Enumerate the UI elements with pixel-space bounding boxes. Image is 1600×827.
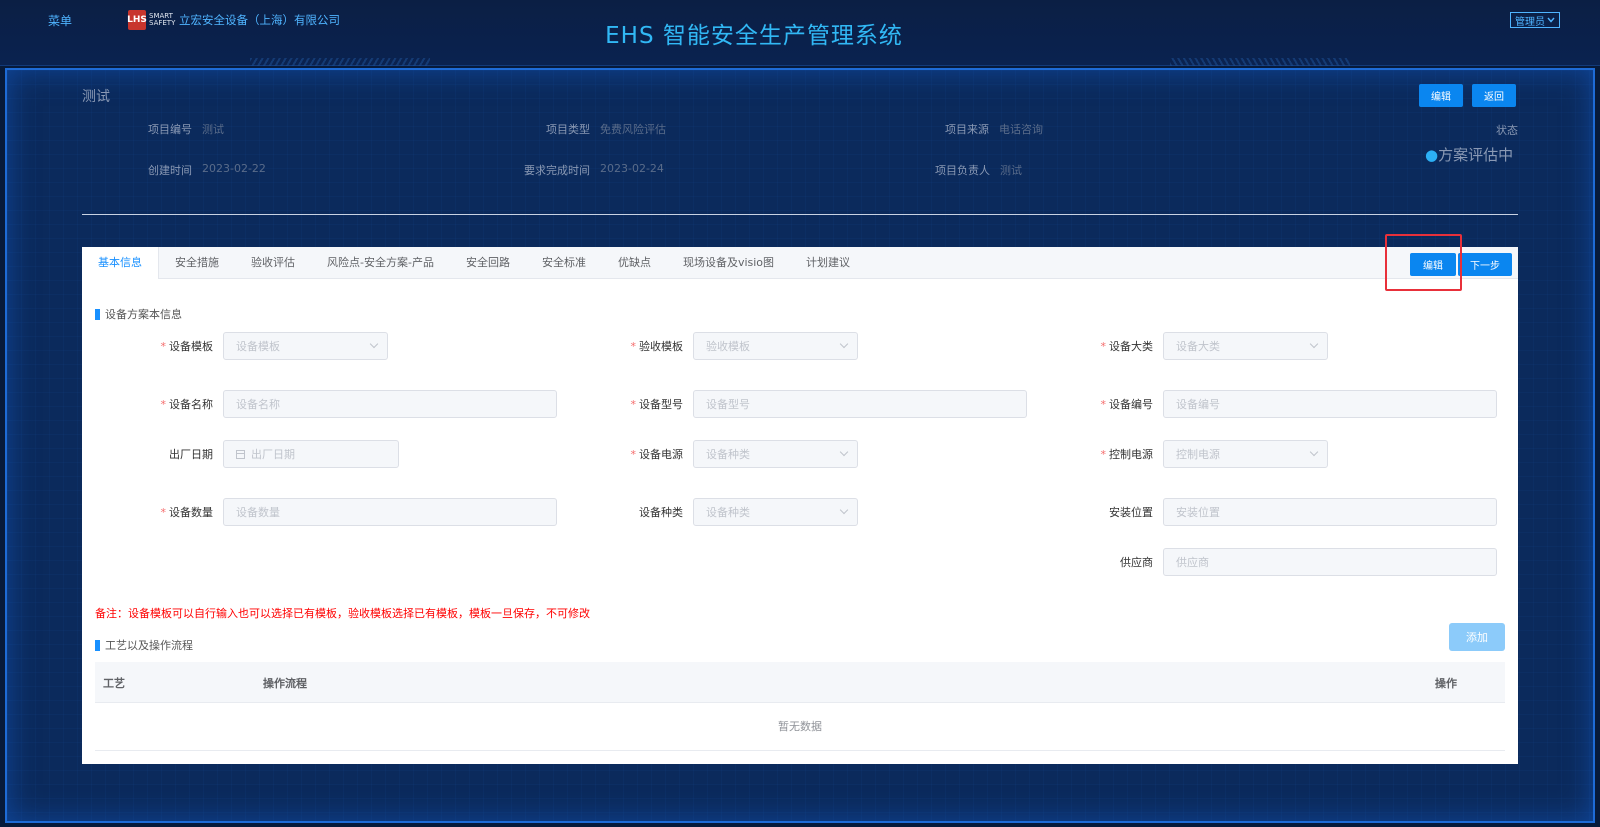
- tab-pros-cons[interactable]: 优缺点: [602, 247, 667, 279]
- device-power-select[interactable]: 设备种类: [693, 440, 858, 468]
- chevron-down-icon: [1309, 447, 1319, 457]
- field-supplier: 供应商 供应商: [1035, 548, 1497, 576]
- info-project-code: 项目编号 测试: [148, 123, 224, 136]
- info-created-time: 创建时间 2023-02-22: [148, 162, 266, 177]
- info-project-source: 项目来源 电话咨询: [945, 123, 1043, 136]
- device-model-input[interactable]: 设备型号: [693, 390, 1027, 418]
- status-badge: ●方案评估中: [1425, 144, 1513, 165]
- status-dot-icon: ●: [1425, 146, 1439, 164]
- field-manufacture-date: 出厂日期 出厂日期: [95, 440, 399, 468]
- project-edit-button[interactable]: 编辑: [1419, 84, 1463, 107]
- field-device-number: * 设备编号 设备编号: [1035, 390, 1497, 418]
- device-number-input[interactable]: 设备编号: [1163, 390, 1497, 418]
- info-project-owner: 项目负责人 测试: [935, 164, 1022, 177]
- device-template-select[interactable]: 设备模板: [223, 332, 388, 360]
- field-device-name: * 设备名称 设备名称: [95, 390, 557, 418]
- admin-dropdown[interactable]: 管理员: [1510, 12, 1560, 28]
- project-title: 测试: [82, 89, 110, 105]
- status-label: 状态: [1496, 124, 1518, 137]
- tab-basic-info[interactable]: 基本信息: [82, 247, 159, 279]
- info-project-type: 项目类型 免费风险评估: [546, 123, 666, 136]
- field-device-category: * 设备大类 设备大类: [1035, 332, 1328, 360]
- section-process-flow: 工艺以及操作流程: [95, 637, 193, 653]
- table-empty-text: 暂无数据: [95, 703, 1505, 751]
- field-device-kind: 设备种类 设备种类: [565, 498, 858, 526]
- field-acceptance-template: * 验收模板 验收模板: [565, 332, 858, 360]
- device-kind-select[interactable]: 设备种类: [693, 498, 858, 526]
- header-decoration-right: [1170, 58, 1350, 66]
- tab-plan-advice[interactable]: 计划建议: [790, 247, 866, 279]
- header-decoration-left: [250, 58, 430, 66]
- info-due-time: 要求完成时间 2023-02-24: [524, 162, 664, 177]
- chevron-down-icon: [839, 447, 849, 457]
- highlight-box: [1385, 234, 1462, 291]
- template-note: 备注：设备模板可以自行输入也可以选择已有模板，验收模板选择已有模板，模板一旦保存…: [95, 607, 590, 620]
- col-process: 工艺: [103, 677, 125, 690]
- manufacture-date-picker[interactable]: 出厂日期: [223, 440, 399, 468]
- back-button[interactable]: 返回: [1472, 84, 1516, 107]
- section-bar-icon: [95, 308, 100, 320]
- field-device-model: * 设备型号 设备型号: [565, 390, 1027, 418]
- device-name-input[interactable]: 设备名称: [223, 390, 557, 418]
- col-action: 操作: [1435, 677, 1457, 690]
- section-bar-icon: [95, 639, 100, 651]
- chevron-down-icon: [369, 339, 379, 349]
- field-device-quantity: * 设备数量 设备数量: [95, 498, 557, 526]
- field-device-power: * 设备电源 设备种类: [565, 440, 858, 468]
- process-table-header: 工艺 操作流程 操作: [95, 662, 1505, 703]
- field-device-template: * 设备模板 设备模板: [95, 332, 388, 360]
- status-text: 方案评估中: [1438, 146, 1514, 164]
- install-location-input[interactable]: 安装位置: [1163, 498, 1497, 526]
- field-install-location: 安装位置 安装位置: [1035, 498, 1497, 526]
- chevron-down-icon: [1547, 17, 1555, 23]
- tab-safety-measures[interactable]: 安全措施: [159, 247, 235, 279]
- chevron-down-icon: [839, 339, 849, 349]
- tab-onsite-devices[interactable]: 现场设备及visio图: [667, 247, 790, 279]
- header-divider: [82, 214, 1518, 215]
- chevron-down-icon: [1309, 339, 1319, 349]
- supplier-input[interactable]: 供应商: [1163, 548, 1497, 576]
- device-category-select[interactable]: 设备大类: [1163, 332, 1328, 360]
- chevron-down-icon: [839, 505, 849, 515]
- admin-label: 管理员: [1515, 16, 1545, 28]
- acceptance-template-select[interactable]: 验收模板: [693, 332, 858, 360]
- section-device-info: 设备方案本信息: [95, 306, 182, 322]
- device-quantity-input[interactable]: 设备数量: [223, 498, 557, 526]
- tab-safety-standard[interactable]: 安全标准: [526, 247, 602, 279]
- tab-bar: 基本信息 安全措施 验收评估 风险点-安全方案-产品 安全回路 安全标准 优缺点…: [82, 247, 1518, 279]
- add-button[interactable]: 添加: [1449, 623, 1505, 651]
- calendar-icon: [236, 449, 245, 459]
- field-control-power: * 控制电源 控制电源: [1035, 440, 1328, 468]
- tab-risk-points[interactable]: 风险点-安全方案-产品: [311, 247, 450, 279]
- control-power-select[interactable]: 控制电源: [1163, 440, 1328, 468]
- top-bar: 菜单 LHS SMART SAFETY 立宏安全设备（上海）有限公司 EHS 智…: [0, 0, 1600, 66]
- next-step-button[interactable]: 下一步: [1458, 253, 1512, 276]
- system-title: EHS 智能安全生产管理系统: [605, 23, 903, 49]
- col-flow: 操作流程: [263, 677, 307, 690]
- tab-safety-circuit[interactable]: 安全回路: [450, 247, 526, 279]
- tab-acceptance[interactable]: 验收评估: [235, 247, 311, 279]
